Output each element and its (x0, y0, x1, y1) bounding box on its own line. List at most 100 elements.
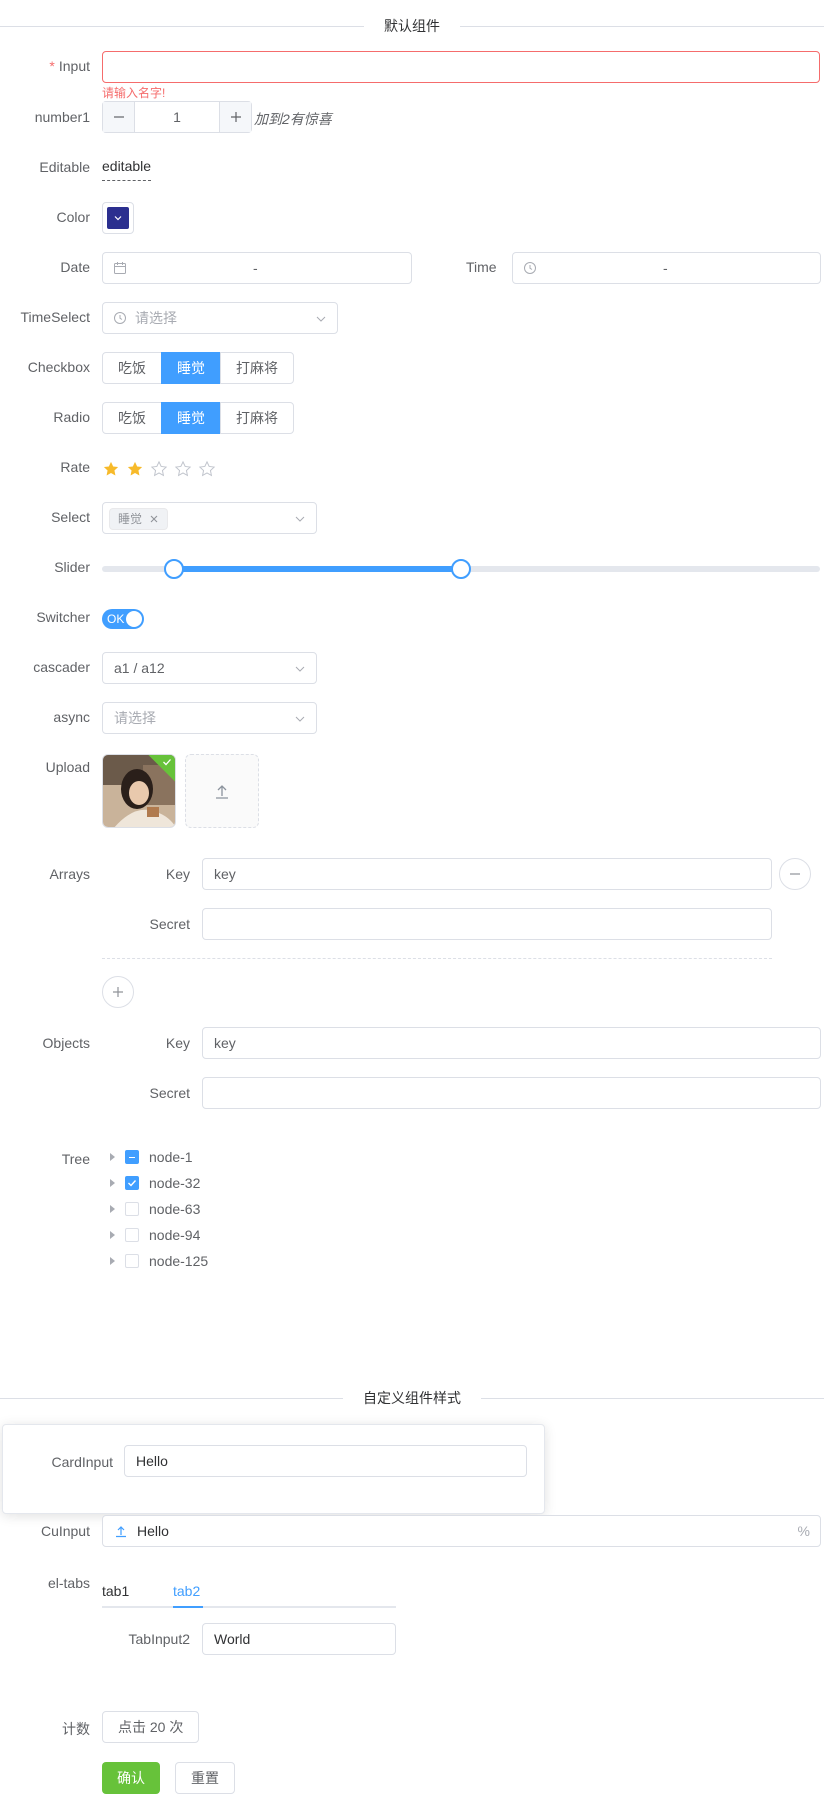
radio-option-mahjong[interactable]: 打麻将 (220, 402, 294, 434)
section-title: 自定义组件样式 (343, 1388, 481, 1408)
tree-node[interactable]: node-125 (110, 1248, 208, 1274)
slider-label: Slider (54, 559, 90, 575)
tab-input2-label: TabInput2 (128, 1631, 191, 1647)
tree-label: Tree (61, 1151, 90, 1167)
tree-checkbox[interactable] (125, 1254, 139, 1268)
cascader-select[interactable]: a1 / a12 (102, 652, 317, 684)
number1-stepper[interactable]: 1 (102, 101, 252, 133)
objects-key-label: Key (165, 1035, 190, 1051)
radio-option-eat[interactable]: 吃饭 (102, 402, 162, 434)
date-range-picker[interactable]: - (102, 252, 412, 284)
tab-tab1[interactable]: tab1 (102, 1576, 129, 1608)
check-icon (128, 1180, 137, 1187)
timeselect-placeholder: 请选择 (135, 310, 177, 326)
active-tab-indicator (173, 1606, 203, 1608)
color-swatch (107, 207, 129, 229)
tree-node-label: node-63 (149, 1201, 201, 1217)
star-empty-icon[interactable] (150, 460, 168, 478)
tree-node[interactable]: node-94 (110, 1222, 200, 1248)
editable-text[interactable]: editable (102, 158, 152, 181)
slider-handle-start[interactable] (163, 559, 184, 579)
cascader-value: a1 / a12 (114, 660, 165, 676)
counter-button[interactable]: 点击 20 次 (102, 1711, 200, 1743)
expand-caret-icon[interactable] (110, 1205, 115, 1213)
chevron-down-icon (295, 516, 305, 522)
confirm-button[interactable]: 确认 (102, 1762, 160, 1794)
slider-handle-end[interactable] (451, 559, 471, 579)
slider-bar (173, 566, 461, 572)
tree-checkbox-checked[interactable] (125, 1176, 139, 1190)
card-input-container: CardInput Hello (2, 1424, 545, 1514)
objects-secret-input[interactable] (202, 1077, 821, 1109)
calendar-icon (114, 262, 126, 274)
minus-icon (113, 116, 124, 118)
increase-button[interactable] (219, 102, 251, 132)
tree-node[interactable]: node-63 (110, 1196, 200, 1222)
section-divider-default: 默认组件 (0, 16, 824, 36)
decrease-button[interactable] (103, 102, 135, 132)
uploaded-image-thumbnail[interactable] (102, 754, 176, 828)
expand-caret-icon[interactable] (110, 1179, 115, 1187)
multi-select[interactable]: 睡觉 (102, 502, 317, 534)
tree-checkbox[interactable] (125, 1228, 139, 1242)
el-tabs-header: tab1 tab2 (102, 1576, 396, 1608)
name-input[interactable] (102, 51, 820, 83)
date-separator: - (253, 260, 258, 276)
objects-secret-label: Secret (149, 1085, 190, 1101)
remove-array-item-button[interactable] (779, 858, 811, 890)
input-error-message: 请输入名字! (102, 86, 166, 100)
expand-caret-icon[interactable] (110, 1153, 115, 1161)
clock-icon (114, 312, 126, 324)
async-select[interactable]: 请选择 (102, 702, 317, 734)
tab-input2-field[interactable]: World (202, 1623, 396, 1655)
arrays-secret-input[interactable] (202, 908, 772, 940)
time-label: Time (466, 259, 497, 275)
star-filled-icon[interactable] (126, 460, 144, 478)
tree-node[interactable]: node-1 (110, 1144, 193, 1170)
checkbox-option-sleep[interactable]: 睡觉 (161, 352, 221, 384)
reset-button[interactable]: 重置 (175, 1762, 235, 1794)
number1-value[interactable]: 1 (135, 102, 219, 132)
arrays-key-input[interactable]: key (202, 858, 772, 890)
async-label: async (53, 709, 90, 725)
tree-checkbox-indeterminate[interactable] (125, 1150, 139, 1164)
plus-icon (113, 987, 123, 997)
time-select[interactable]: 请选择 (102, 302, 338, 334)
section-title: 默认组件 (364, 16, 460, 36)
checkbox-option-eat[interactable]: 吃饭 (102, 352, 162, 384)
cu-input-field[interactable]: Hello % (102, 1515, 821, 1547)
arrays-secret-label: Secret (149, 916, 190, 932)
upload-label: Upload (45, 759, 90, 775)
switcher-toggle[interactable]: OK (102, 609, 144, 629)
tree-checkbox[interactable] (125, 1202, 139, 1216)
star-filled-icon[interactable] (102, 460, 120, 478)
color-picker[interactable] (102, 202, 134, 234)
arrays-key-label: Key (165, 866, 190, 882)
tab-tab2[interactable]: tab2 (173, 1576, 200, 1608)
expand-caret-icon[interactable] (110, 1257, 115, 1265)
objects-key-input[interactable]: key (202, 1027, 821, 1059)
checkbox-option-mahjong[interactable]: 打麻将 (220, 352, 294, 384)
upload-trigger[interactable] (185, 754, 259, 828)
star-empty-icon[interactable] (198, 460, 216, 478)
required-mark: * (49, 58, 55, 74)
upload-icon (116, 1526, 126, 1538)
card-input-field[interactable]: Hello (124, 1445, 527, 1477)
add-array-item-button[interactable] (102, 976, 134, 1008)
number1-hint: 加到2有惊喜 (254, 111, 332, 127)
cuinput-label: CuInput (40, 1523, 90, 1539)
radio-button-group: 吃饭 睡觉 打麻将 (102, 402, 294, 434)
expand-caret-icon[interactable] (110, 1231, 115, 1239)
close-icon[interactable] (149, 514, 159, 524)
tree-node[interactable]: node-32 (110, 1170, 200, 1196)
time-range-picker[interactable]: - (512, 252, 821, 284)
radio-option-sleep[interactable]: 睡觉 (161, 402, 221, 434)
card-input-label: CardInput (51, 1454, 113, 1470)
switch-knob (126, 611, 142, 627)
chevron-down-icon (316, 316, 326, 322)
tree-node-label: node-32 (149, 1175, 201, 1191)
input-label: * Input (49, 58, 90, 74)
star-empty-icon[interactable] (174, 460, 192, 478)
checkbox-button-group: 吃饭 睡觉 打麻将 (102, 352, 294, 384)
number1-label: number1 (34, 109, 90, 125)
